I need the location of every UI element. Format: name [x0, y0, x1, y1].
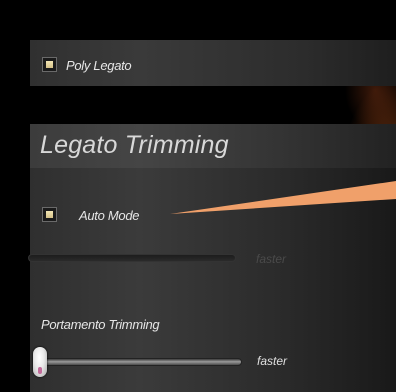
callout-pointer-arrow	[170, 181, 396, 214]
legato-settings-screen: Poly Legato Legato Trimming Auto Mode fa…	[0, 0, 396, 392]
callout-pointer	[170, 181, 396, 214]
